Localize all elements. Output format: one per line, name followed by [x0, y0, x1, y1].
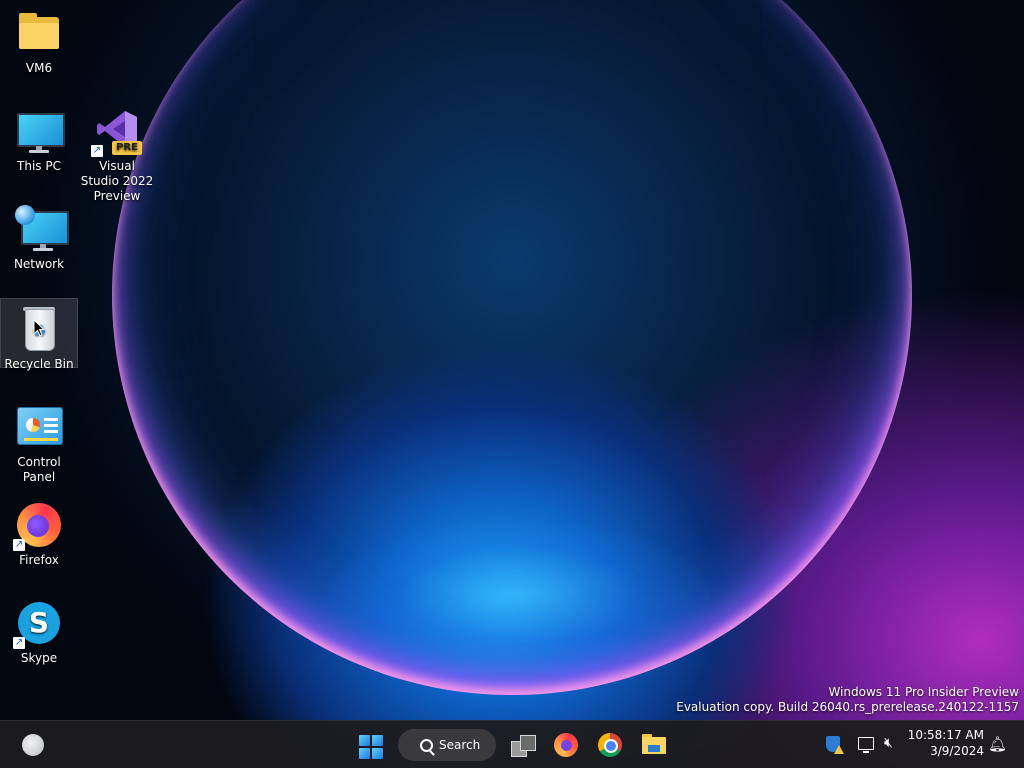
desktop[interactable]: VM6 This PC PRE ↗ Visual Studio 2022 Pre… — [0, 0, 1024, 768]
taskbar-clock[interactable]: 10:58:17 AM 3/9/2024 — [906, 727, 984, 759]
desktop-icon-label: Skype — [20, 651, 58, 665]
taskbar-chrome-icon[interactable] — [598, 733, 622, 757]
desktop-icon-label: VM6 — [25, 61, 53, 75]
desktop-icon-label: Recycle Bin — [4, 357, 74, 371]
desktop-icon-control-panel[interactable]: Control Panel — [1, 397, 77, 484]
wallpaper-orb — [112, 0, 912, 695]
desktop-icon-label: Control Panel — [17, 455, 61, 484]
evaluation-watermark: Windows 11 Pro Insider Preview Evaluatio… — [676, 685, 1019, 715]
desktop-icon-label: Firefox — [19, 553, 59, 567]
task-view-button[interactable] — [511, 735, 536, 757]
shortcut-arrow-icon: ↗ — [13, 539, 25, 551]
clock-time: 10:58:17 AM — [907, 728, 984, 742]
volume-muted-icon[interactable]: 🔇︎ — [884, 735, 893, 751]
security-icon[interactable] — [826, 736, 844, 754]
wallpaper-glow — [330, 520, 710, 670]
watermark-build: Evaluation copy. Build 26040.rs_prerelea… — [676, 700, 1019, 714]
desktop-icon-label: Visual Studio 2022 Preview — [80, 159, 154, 203]
search-icon — [420, 739, 433, 752]
desktop-icon-vm6[interactable]: VM6 — [1, 3, 77, 77]
skype-icon: S ↗ — [13, 599, 63, 649]
weather-widget-icon[interactable] — [22, 734, 44, 756]
shortcut-arrow-icon: ↗ — [13, 637, 25, 649]
firefox-icon: ↗ — [13, 501, 63, 551]
shortcut-arrow-icon: ↗ — [91, 145, 103, 157]
preview-badge: PRE — [112, 141, 142, 155]
taskbar-firefox-icon[interactable] — [554, 733, 578, 757]
taskbar: Search 🔇︎ 10:58:17 AM 3/9/2024 🔔︎ — [0, 720, 1024, 768]
folder-icon — [15, 9, 63, 57]
network-status-icon[interactable] — [858, 737, 874, 753]
desktop-icon-visual-studio[interactable]: PRE ↗ Visual Studio 2022 Preview — [79, 101, 155, 203]
watermark-edition: Windows 11 Pro Insider Preview — [828, 685, 1019, 699]
visual-studio-icon: PRE ↗ — [91, 107, 142, 157]
search-label: Search — [439, 738, 481, 752]
desktop-icon-label: Network — [13, 257, 65, 271]
computer-icon — [15, 107, 65, 155]
desktop-icon-label: This PC — [17, 159, 61, 173]
desktop-icon-skype[interactable]: S ↗ Skype — [1, 593, 77, 667]
taskbar-search-box[interactable]: Search — [398, 729, 496, 761]
desktop-icon-network[interactable]: Network — [1, 199, 77, 273]
network-icon — [15, 205, 69, 253]
globe-icon — [15, 205, 35, 225]
notification-bell-icon[interactable]: 🔔︎ — [988, 736, 1007, 752]
control-panel-icon — [15, 403, 63, 451]
desktop-icon-this-pc[interactable]: This PC — [1, 101, 77, 175]
mouse-cursor-icon — [33, 319, 45, 337]
start-button[interactable] — [359, 735, 383, 759]
desktop-icon-firefox[interactable]: ↗ Firefox — [1, 495, 77, 569]
taskbar-file-explorer-icon[interactable] — [642, 734, 666, 754]
windows-logo-icon — [359, 735, 370, 746]
clock-date: 3/9/2024 — [930, 744, 984, 758]
